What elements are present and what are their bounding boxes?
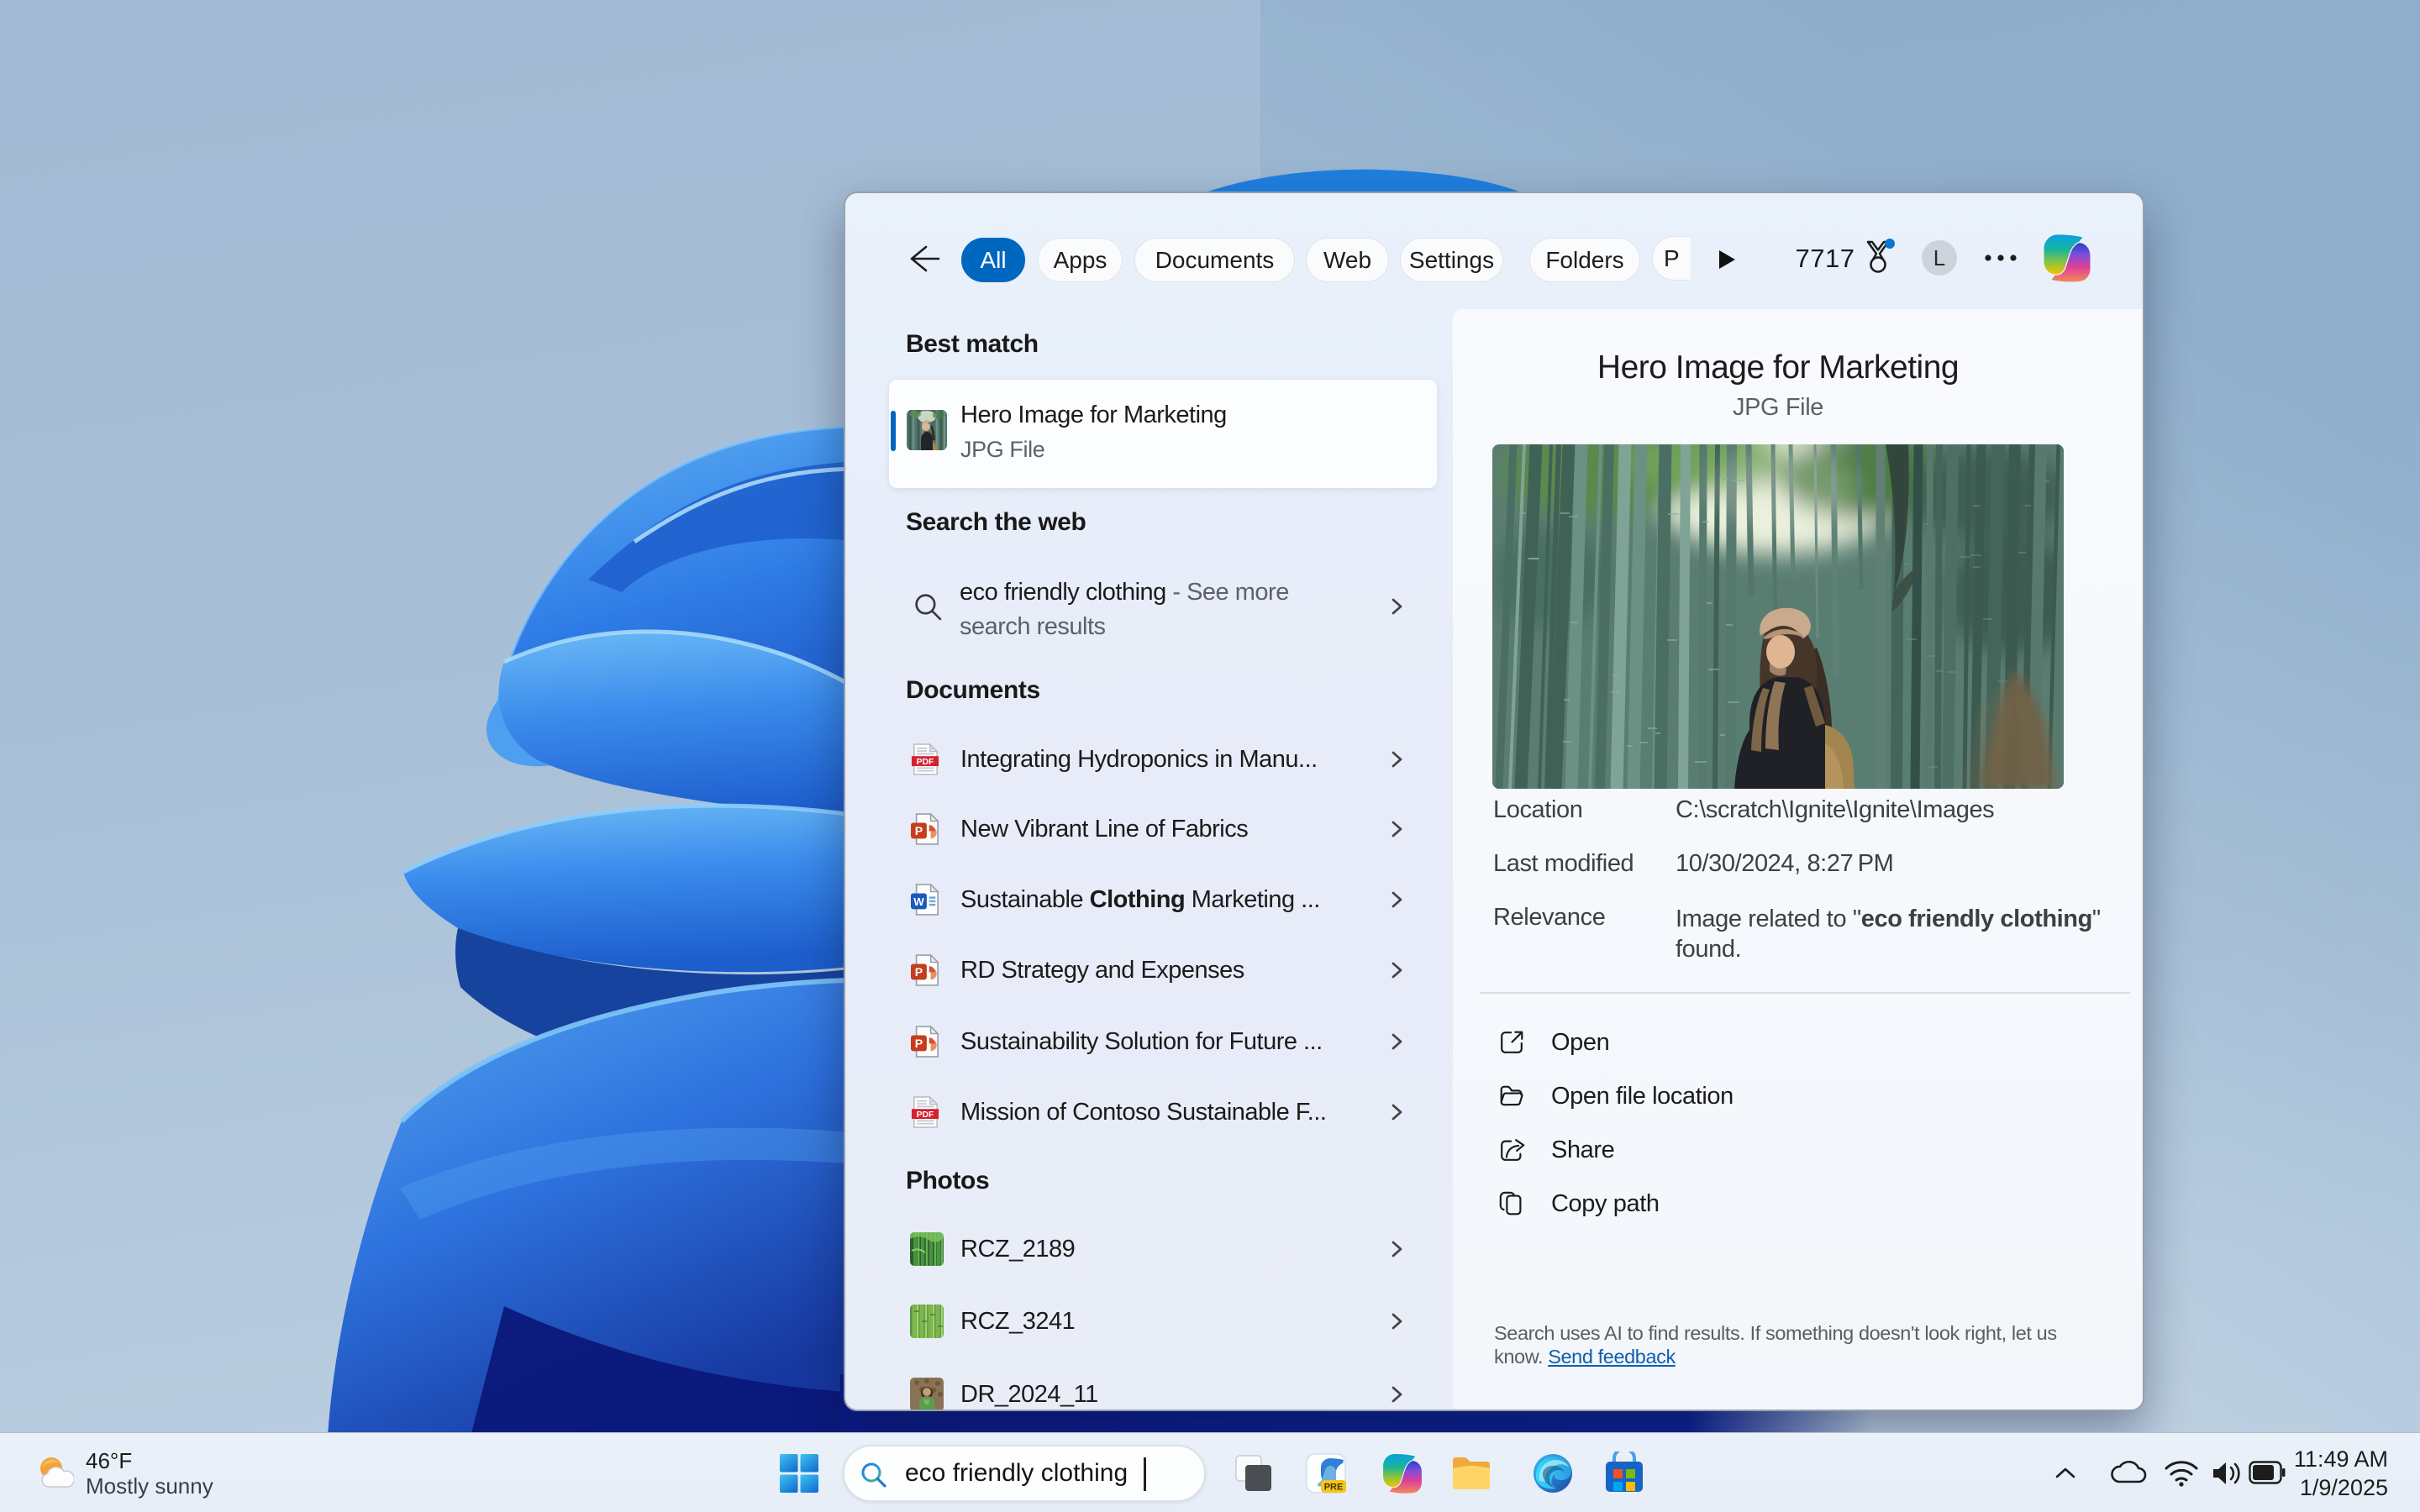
svg-text:PRE: PRE: [1324, 1483, 1344, 1493]
